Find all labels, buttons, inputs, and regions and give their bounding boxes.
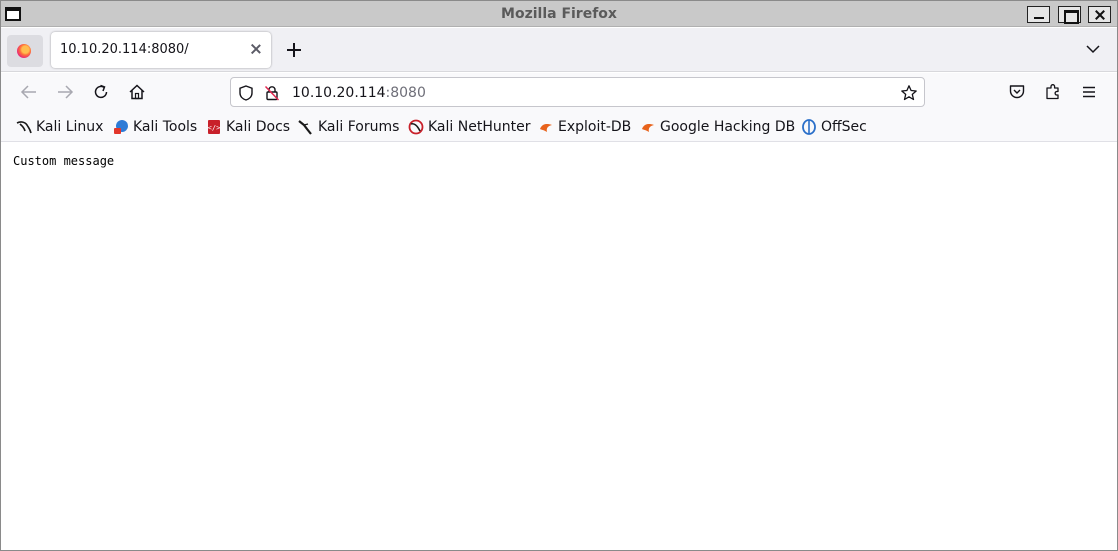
- extensions-button[interactable]: [1042, 81, 1064, 103]
- bookmark-offsec[interactable]: OffSec: [801, 118, 867, 136]
- ghdb-icon: [642, 124, 654, 132]
- bookmark-kali-forums[interactable]: Kali Forums: [298, 118, 399, 136]
- page-body-text: Custom message: [13, 154, 115, 168]
- kali-forums-icon: [298, 120, 312, 135]
- home-icon: [129, 84, 145, 100]
- bookmark-kali-docs[interactable]: </> Kali Docs: [206, 118, 290, 136]
- pocket-button[interactable]: [1006, 81, 1028, 103]
- kali-tools-icon: [114, 120, 128, 134]
- tab-active[interactable]: 10.10.20.114:8080/: [51, 32, 271, 68]
- tab-title: 10.10.20.114:8080/: [60, 42, 189, 57]
- list-all-tabs-button[interactable]: [1084, 40, 1102, 58]
- tab-strip: 10.10.20.114:8080/: [1, 28, 1117, 72]
- pocket-icon: [1009, 85, 1025, 99]
- bookmark-kali-linux[interactable]: Kali Linux: [16, 118, 103, 136]
- hamburger-menu-icon: [1083, 86, 1095, 98]
- back-button[interactable]: [18, 81, 40, 103]
- url-host: 10.10.20.114: [292, 85, 386, 101]
- new-tab-button[interactable]: [284, 40, 304, 60]
- navigation-toolbar: 10.10.20.114:8080: [1, 73, 1117, 111]
- window-title: Mozilla Firefox: [501, 6, 617, 22]
- bookmark-kali-nethunter[interactable]: Kali NetHunter: [408, 118, 530, 136]
- kali-docs-icon: </>: [208, 120, 221, 134]
- forward-button[interactable]: [54, 81, 76, 103]
- bookmark-exploit-db[interactable]: Exploit-DB: [538, 118, 631, 136]
- bookmark-label: Kali Docs: [226, 119, 291, 135]
- page-content: Custom message: [5, 143, 1113, 549]
- bookmark-label: Kali Linux: [36, 119, 104, 135]
- browser-window: Mozilla Firefox 10.10.20.114:8080/ 10.10…: [0, 0, 1118, 551]
- bookmark-label: Exploit-DB: [558, 119, 632, 135]
- bookmark-label: Kali Tools: [133, 119, 198, 135]
- bookmark-label: Google Hacking DB: [660, 119, 796, 135]
- reload-icon: [94, 84, 108, 99]
- app-menu-button[interactable]: [1078, 81, 1100, 103]
- reload-button[interactable]: [90, 81, 112, 103]
- arrow-left-icon: [20, 85, 36, 99]
- shield-icon[interactable]: [237, 84, 255, 102]
- offsec-icon: [802, 119, 816, 135]
- url-text[interactable]: 10.10.20.114:8080: [292, 85, 426, 101]
- nethunter-icon: [408, 119, 424, 135]
- maximize-button[interactable]: [1058, 6, 1081, 24]
- url-bar[interactable]: 10.10.20.114:8080: [230, 77, 925, 107]
- svg-text:</>: </>: [208, 124, 221, 132]
- puzzle-piece-icon: [1046, 84, 1059, 100]
- close-tab-icon[interactable]: [249, 42, 263, 56]
- chevron-down-icon: [1086, 45, 1100, 54]
- exploit-db-icon: [540, 124, 552, 132]
- url-port: :8080: [385, 85, 426, 101]
- bookmarks-toolbar: Kali Linux Kali Tools </> Kali Docs Kali…: [1, 111, 1117, 142]
- arrow-right-icon: [58, 85, 74, 99]
- close-window-button[interactable]: [1088, 6, 1111, 23]
- firefox-view-button[interactable]: [7, 35, 43, 67]
- home-button[interactable]: [126, 81, 148, 103]
- bookmark-label: Kali NetHunter: [428, 119, 531, 135]
- title-bar: Mozilla Firefox: [1, 1, 1117, 27]
- firefox-logo-icon: [17, 44, 31, 58]
- minimize-button[interactable]: [1027, 6, 1050, 23]
- insecure-lock-icon[interactable]: [263, 84, 281, 102]
- bookmark-star-icon[interactable]: [900, 84, 918, 102]
- bookmark-google-hacking-db[interactable]: Google Hacking DB: [640, 118, 795, 136]
- kali-dragon-icon: [16, 121, 32, 134]
- bookmark-label: OffSec: [821, 119, 867, 135]
- bookmark-kali-tools[interactable]: Kali Tools: [113, 118, 197, 136]
- bookmark-label: Kali Forums: [318, 119, 400, 135]
